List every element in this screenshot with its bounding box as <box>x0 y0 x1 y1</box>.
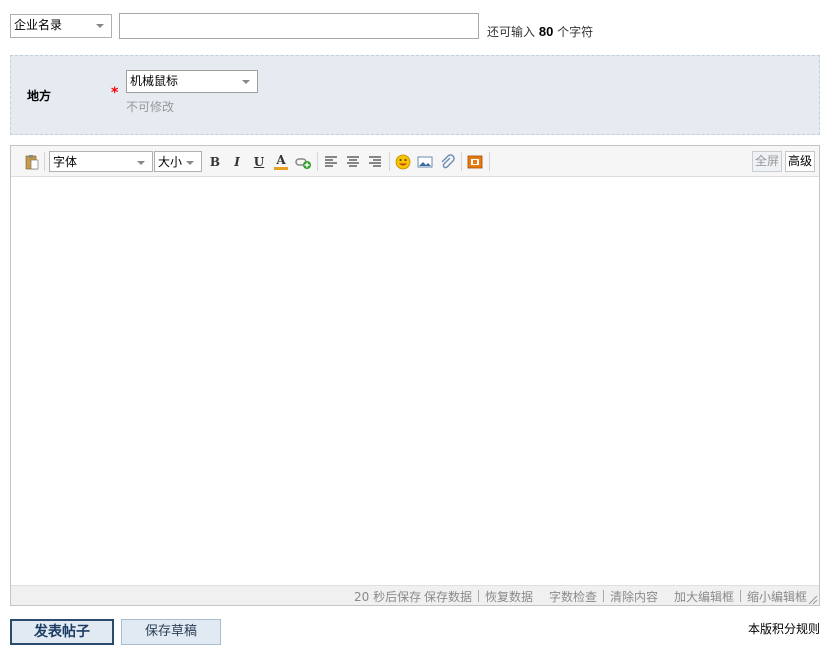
toolbar-separator <box>489 152 490 171</box>
save-data-link[interactable]: 保存数据 <box>424 588 472 605</box>
place-select-value: 机械鼠标 <box>130 74 179 88</box>
status-separator <box>740 590 741 602</box>
char-hint-prefix: 还可输入 <box>487 25 536 39</box>
paste-icon[interactable] <box>24 154 40 170</box>
rich-text-editor: 字体 大小 B I U A 全屏 高级 20 秒后保存 保存数据 恢复数据 字数… <box>10 145 820 606</box>
image-icon[interactable] <box>417 154 433 170</box>
toolbar-separator <box>44 152 45 171</box>
font-size-select[interactable]: 大小 <box>154 151 202 172</box>
fullscreen-button[interactable]: 全屏 <box>752 151 783 172</box>
shrink-editor-link[interactable]: 缩小编辑框 <box>747 588 807 605</box>
editor-content-area[interactable] <box>11 177 819 585</box>
media-icon[interactable] <box>467 154 483 170</box>
attachment-icon[interactable] <box>439 154 455 170</box>
italic-button[interactable]: I <box>229 154 245 170</box>
font-color-button[interactable]: A <box>273 154 289 170</box>
char-count-hint: 还可输入 80 个字符 <box>487 23 593 40</box>
category-select[interactable]: 企业名录 <box>10 14 112 38</box>
bold-button[interactable]: B <box>207 154 223 170</box>
char-remaining-count: 80 <box>538 24 554 39</box>
word-check-link[interactable]: 字数检查 <box>549 588 597 605</box>
toolbar-separator <box>461 152 462 171</box>
chevron-down-icon <box>242 80 250 84</box>
emoticon-icon[interactable] <box>395 154 411 170</box>
place-panel: 地方 * 机械鼠标 不可修改 <box>10 55 820 135</box>
chevron-down-icon <box>137 161 145 165</box>
title-input[interactable] <box>119 13 479 39</box>
font-color-letter: A <box>276 153 286 167</box>
font-family-select[interactable]: 字体 <box>49 151 153 172</box>
underline-button[interactable]: U <box>251 154 267 170</box>
chevron-down-icon <box>96 24 104 28</box>
toolbar-separator <box>389 152 390 171</box>
autosave-countdown: 20 秒后保存 <box>354 590 422 604</box>
toolbar-separator <box>317 152 318 171</box>
font-color-bar <box>274 167 288 170</box>
save-draft-button[interactable]: 保存草稿 <box>121 619 221 645</box>
editor-status-bar: 20 秒后保存 保存数据 恢复数据 字数检查 清除内容 加大编辑框 缩小编辑框 <box>11 585 819 605</box>
font-size-value: 大小 <box>158 155 183 169</box>
char-hint-suffix: 个字符 <box>557 25 594 39</box>
font-family-value: 字体 <box>53 155 78 169</box>
chevron-down-icon <box>186 161 194 165</box>
place-label: 地方 <box>27 89 52 103</box>
restore-data-link[interactable]: 恢复数据 <box>485 588 533 605</box>
status-separator <box>603 590 604 602</box>
required-mark: * <box>111 85 119 101</box>
status-separator <box>478 590 479 602</box>
place-select[interactable]: 机械鼠标 <box>126 70 258 93</box>
publish-post-button[interactable]: 发表帖子 <box>10 619 114 645</box>
link-icon[interactable] <box>295 154 311 170</box>
editor-toolbar: 字体 大小 B I U A 全屏 高级 <box>11 146 819 177</box>
align-center-icon[interactable] <box>345 154 361 170</box>
board-points-rules-link[interactable]: 本版积分规则 <box>748 620 820 637</box>
align-right-icon[interactable] <box>367 154 383 170</box>
clear-content-link[interactable]: 清除内容 <box>610 588 658 605</box>
category-select-value: 企业名录 <box>14 18 63 32</box>
advanced-mode-button[interactable]: 高级 <box>785 151 816 172</box>
resize-grip-icon[interactable] <box>808 594 818 605</box>
align-left-icon[interactable] <box>323 154 339 170</box>
enlarge-editor-link[interactable]: 加大编辑框 <box>674 588 734 605</box>
place-note: 不可修改 <box>126 100 175 114</box>
